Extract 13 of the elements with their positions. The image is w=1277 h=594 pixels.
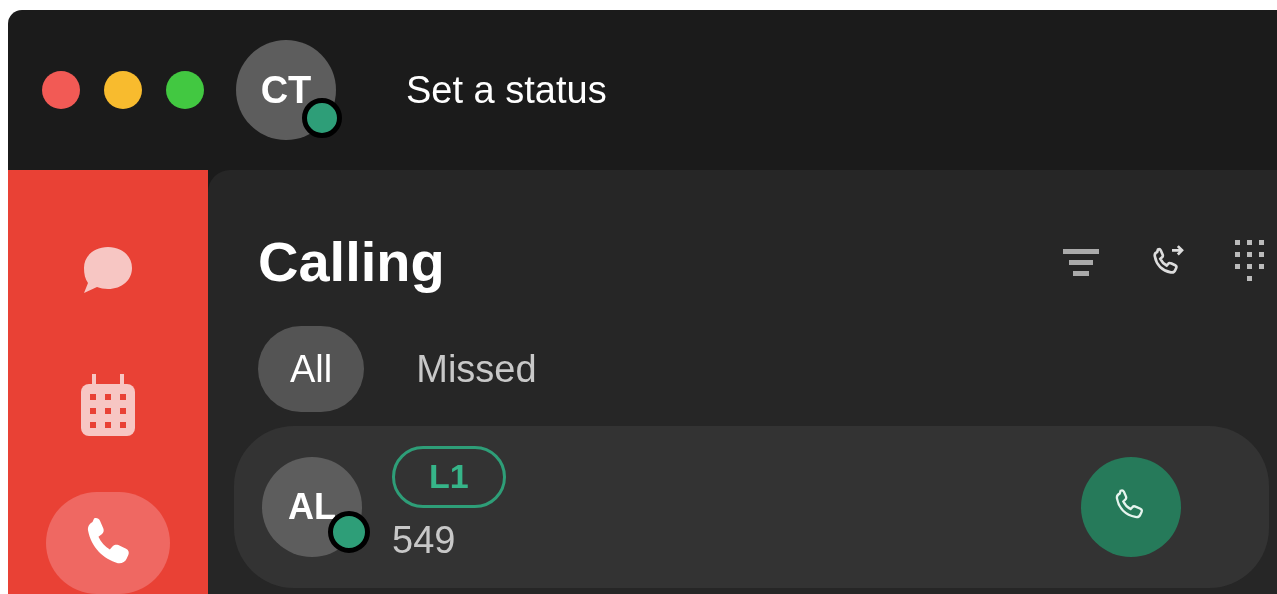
dial-pad-icon[interactable] [1235,240,1265,284]
filter-tab[interactable]: All [258,326,365,412]
minimize-window-icon[interactable] [104,71,142,109]
maximize-window-icon[interactable] [166,71,204,109]
call-history-row[interactable]: AL L1 549 [234,426,1269,588]
phone-number: 549 [392,517,456,563]
set-status-link[interactable]: Set a status [406,61,607,119]
line-badge: L1 [392,445,506,508]
filter-tab[interactable]: Missed [384,326,569,412]
close-window-icon[interactable] [42,71,80,109]
filter-icon[interactable] [1063,247,1099,277]
user-avatar[interactable]: CT [236,40,336,140]
page-title: Calling [258,229,445,295]
